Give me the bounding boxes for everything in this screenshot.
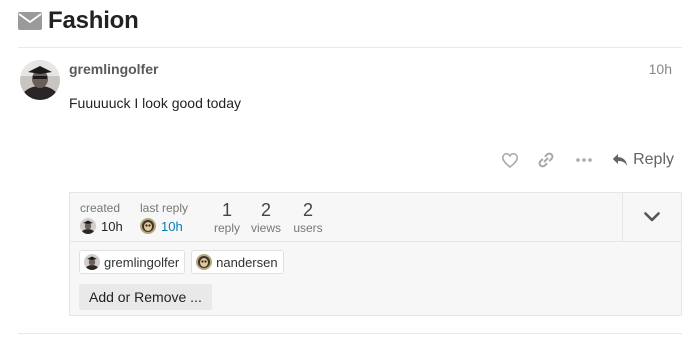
reply-icon: [612, 154, 628, 166]
avatar: [84, 254, 100, 270]
add-or-remove-button[interactable]: Add or Remove ...: [79, 284, 212, 310]
post-body: Fuuuuuck I look good today: [69, 95, 242, 111]
created-time: 10h: [101, 218, 123, 234]
topic-page: Fashion gremlingolfer 10h Fuuuuuck I loo…: [0, 0, 690, 341]
participant-chip[interactable]: nandersen: [191, 250, 284, 274]
last-reply-time[interactable]: 10h: [161, 219, 183, 234]
last-reply-stat: last reply 10h: [140, 193, 210, 234]
topic-map-divider: [70, 241, 681, 242]
last-reply-label: last reply: [140, 201, 189, 215]
post-divider: [18, 333, 682, 334]
header-divider: [18, 47, 682, 48]
more-actions-button[interactable]: [572, 148, 596, 172]
participant-name: nandersen: [216, 254, 278, 270]
like-button[interactable]: [500, 148, 520, 172]
participant-chip[interactable]: gremlingolfer: [79, 250, 186, 274]
expand-topic-map-button[interactable]: [622, 193, 681, 241]
post-username[interactable]: gremlingolfer: [69, 61, 158, 77]
envelope-icon: [18, 12, 42, 30]
replies-count: 1: [221, 200, 232, 220]
users-count: 2: [302, 200, 313, 220]
reply-label: Reply: [633, 151, 674, 168]
topic-header: Fashion: [18, 6, 139, 36]
views-count: 2: [260, 200, 271, 220]
replies-stat: 1 reply: [211, 201, 243, 235]
topic-map-stats[interactable]: created 10h last reply 10h 1 reply 2 vie…: [70, 193, 623, 241]
avatar[interactable]: [80, 218, 96, 234]
views-label: views: [250, 221, 281, 235]
heart-icon: [502, 152, 519, 168]
topic-map: created 10h last reply 10h 1 reply 2 vie…: [69, 192, 682, 316]
users-label: users: [293, 221, 323, 235]
participant-name: gremlingolfer: [104, 254, 180, 270]
post-date[interactable]: 10h: [649, 61, 672, 77]
avatar: [196, 254, 213, 270]
topic-title[interactable]: Fashion: [48, 7, 139, 35]
ellipsis-icon: [576, 158, 592, 162]
link-icon: [538, 152, 554, 168]
views-stat: 2 views: [250, 201, 282, 235]
replies-label: reply: [213, 221, 240, 235]
chevron-down-icon: [644, 212, 660, 222]
participant-list: gremlingolfer nandersen: [79, 250, 284, 274]
users-stat: 2 users: [292, 201, 324, 235]
reply-button[interactable]: Reply: [612, 148, 674, 172]
created-stat: created 10h: [80, 193, 140, 234]
avatar[interactable]: [20, 60, 60, 100]
created-label: created: [80, 201, 121, 215]
post-actions: Reply: [500, 148, 674, 172]
avatar[interactable]: [140, 218, 156, 234]
copy-link-button[interactable]: [536, 148, 556, 172]
